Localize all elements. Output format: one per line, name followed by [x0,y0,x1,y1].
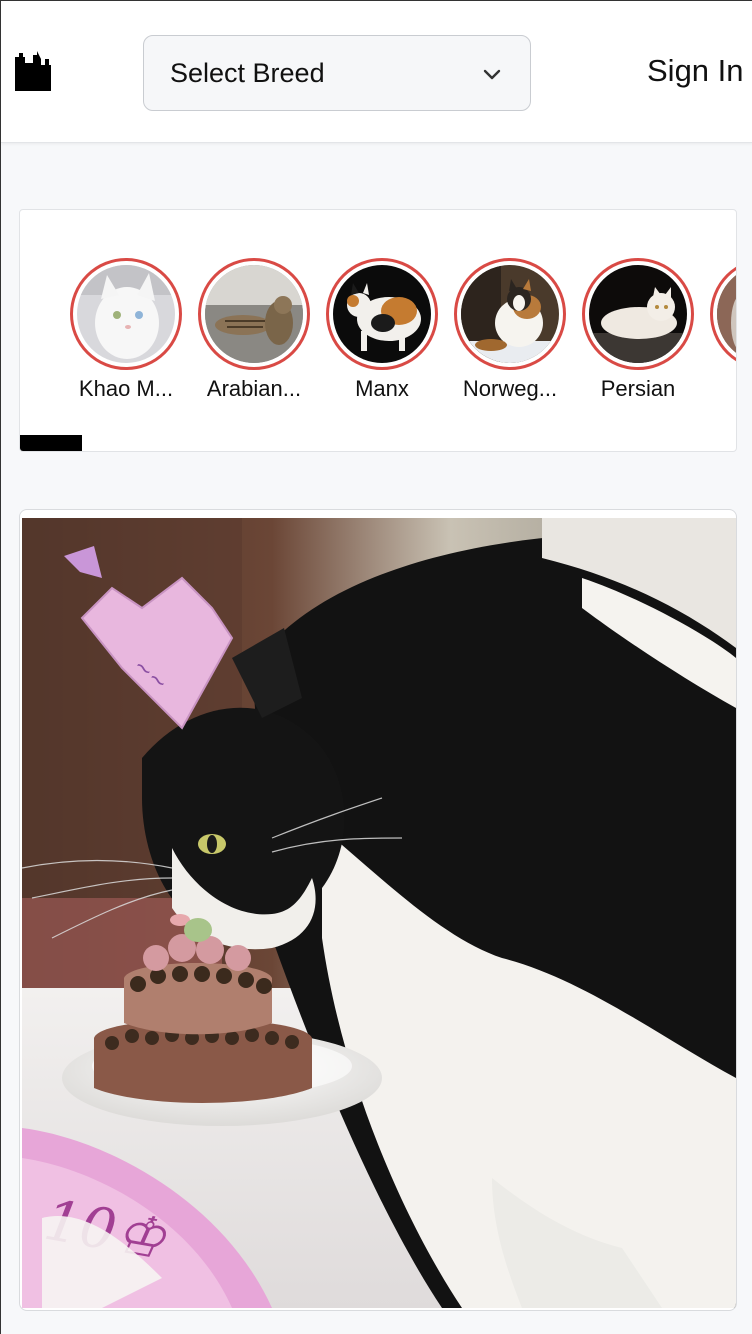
story-avatar [77,265,175,363]
story-avatar [589,265,687,363]
breed-select[interactable]: Select Breed [143,35,531,111]
story-item[interactable]: Manx [320,258,444,402]
sign-in-link[interactable]: Sign In [647,53,744,89]
story-avatar [717,265,736,363]
story-avatar-ring [454,258,566,370]
feed-photo-card: ~~ 10♔ [19,509,737,1311]
story-label: Au [704,376,736,402]
story-label: Khao M... [78,376,174,401]
story-label: Arabian... [206,376,302,401]
story-avatar [205,265,303,363]
breed-stories-carousel: Khao M... Arabian... Manx Norweg... Pers… [19,209,737,452]
story-item[interactable]: Arabian... [192,258,316,402]
story-item[interactable]: Khao M... [64,258,188,402]
story-item[interactable]: Au [704,258,736,402]
story-avatar [461,265,559,363]
story-label: Norweg... [462,376,558,401]
carousel-scroll-indicator[interactable] [20,435,82,451]
story-label: Persian [600,376,676,401]
story-avatar-ring [70,258,182,370]
story-avatar-ring [326,258,438,370]
story-label: Manx [355,376,409,401]
story-item[interactable]: Norweg... [448,258,572,402]
story-avatar-ring [582,258,694,370]
page: Select Breed Sign In Khao M... Arabian..… [0,0,752,1334]
black-cat-castle-icon[interactable] [13,51,53,93]
chevron-down-icon [483,69,501,80]
story-avatar-ring [198,258,310,370]
navbar: Select Breed Sign In [1,1,752,143]
story-item[interactable]: Persian [576,258,700,402]
story-avatar-ring [710,258,736,370]
breed-select-label: Select Breed [170,57,325,88]
story-avatar [333,265,431,363]
cat-birthday-cake-photo[interactable]: ~~ 10♔ [22,518,736,1308]
